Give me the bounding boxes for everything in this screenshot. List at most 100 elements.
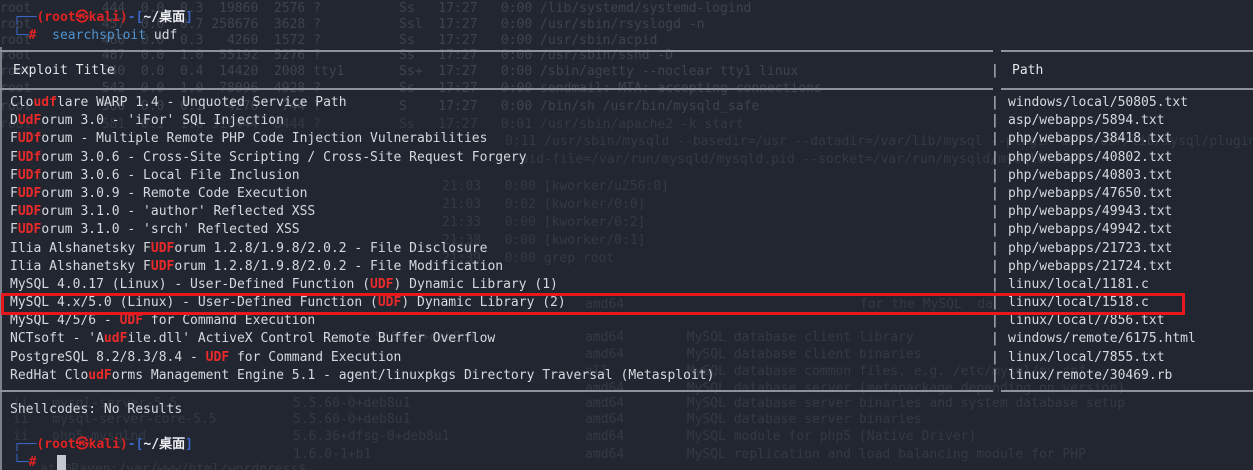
column-divider: | [991, 130, 999, 148]
table-row: FUDforum 3.0.6 - Local File Inclusion | ph… [0, 167, 1253, 185]
column-divider: | [991, 349, 999, 367]
column-divider: | [991, 203, 999, 221]
table-separator [0, 88, 993, 90]
prompt-frame: ┌── [13, 10, 36, 25]
prompt-frame: -[ [128, 10, 144, 25]
search-match-highlight: UdF [18, 113, 41, 128]
table-row: Ilia Alshanetsky FUDForum 1.2.8/1.9.8/2.… [0, 240, 1253, 258]
search-match-highlight: UDF [370, 277, 393, 292]
exploit-path: php/webapps/38418.txt [1008, 130, 1172, 148]
exploit-path: windows/local/50805.txt [1008, 94, 1188, 112]
terminal-window[interactable]: root 444 0.0 0.3 19860 2576 ? Ss 17:27 0… [0, 0, 1253, 470]
exploit-title: MySQL 4.0.17 (Linux) - User-Defined Func… [10, 276, 558, 294]
search-match-highlight: udF [104, 331, 127, 346]
column-divider: | [991, 258, 999, 276]
exploit-path: linux/local/7855.txt [1008, 349, 1165, 367]
table-row: FUDForum 3.1.0 - 'author' Reflected XSS |… [0, 203, 1253, 221]
prompt-cwd: ~/桌面 [143, 10, 185, 25]
search-match-highlight: UDf [18, 131, 41, 146]
table-row: FUDForum 3.1.0 - 'srch' Reflected XSS | ph… [0, 221, 1253, 239]
column-divider: | [991, 367, 999, 385]
table-separator [1001, 50, 1253, 52]
prompt-frame: ] [185, 437, 193, 452]
column-divider: | [991, 240, 999, 258]
left-border-line [0, 47, 2, 470]
prompt-line-2: └─# [13, 454, 36, 470]
highlight-annotation-box [1, 293, 1185, 315]
search-match-highlight: udF [88, 368, 111, 383]
column-divider: | [991, 112, 999, 130]
column-divider: | [991, 167, 999, 185]
exploit-title: NCTsoft - 'AudFile.dll' ActiveX Control … [10, 330, 495, 348]
prompt-frame: ] [185, 10, 193, 25]
table-row: Ilia Alshanetsky FUDForum 1.2.8/1.9.8/2.… [0, 258, 1253, 276]
exploit-title: FUDForum 3.1.0 - 'author' Reflected XSS [10, 203, 315, 221]
search-match-highlight: UDF [120, 313, 143, 328]
exploit-path: php/webapps/21723.txt [1008, 240, 1172, 258]
exploit-title: Ilia Alshanetsky FUDForum 1.2.8/1.9.8/2.… [10, 258, 503, 276]
search-match-highlight: UDf [18, 150, 41, 165]
table-separator [0, 390, 993, 392]
column-divider: | [991, 330, 999, 348]
column-divider: | [991, 185, 999, 203]
prompt-line-1: ┌──(root㉿kali)-[~/桌面] [13, 9, 193, 27]
search-match-highlight: UDF [18, 186, 41, 201]
exploit-title: Cloudflare WARP 1.4 - Unquoted Service P… [10, 94, 347, 112]
column-divider: | [991, 221, 999, 239]
prompt-line-1: ┌──(root㉿kali)-[~/桌面] [13, 436, 193, 454]
command-line: └─# searchsploit udf [13, 27, 177, 45]
prompt-cwd: ~/桌面 [143, 437, 185, 452]
exploit-title: FUDForum 3.1.0 - 'srch' Reflected XSS [10, 221, 300, 239]
prompt-user-host: (root㉿kali) [36, 437, 127, 452]
shellcodes-status: Shellcodes: No Results [10, 401, 182, 419]
exploit-title: FUDforum 3.0.6 - Local File Inclusion [10, 167, 300, 185]
column-divider: | [991, 276, 999, 294]
exploit-title: DUdForum 3.0 - 'iFor' SQL Injection [10, 112, 284, 130]
table-row: FUDforum 3.0.6 - Cross-Site Scripting / … [0, 149, 1253, 167]
column-divider: | [991, 149, 999, 167]
table-row: MySQL 4.0.17 (Linux) - User-Defined Func… [0, 276, 1253, 294]
exploit-path: asp/webapps/5894.txt [1008, 112, 1165, 130]
search-match-highlight: UDf [18, 168, 41, 183]
cursor[interactable] [57, 455, 66, 470]
column-header-title: Exploit Title [13, 62, 115, 80]
exploit-path: php/webapps/40803.txt [1008, 167, 1172, 185]
column-divider: | [991, 62, 999, 80]
exploit-path: php/webapps/21724.txt [1008, 258, 1172, 276]
exploit-title: FUDForum 3.0.9 - Remote Code Execution [10, 185, 307, 203]
prompt-frame: └─ [13, 28, 29, 43]
prompt-frame: └─ [13, 455, 29, 470]
table-header-row: Exploit Title | Path [0, 62, 1253, 80]
search-match-highlight: UDF [18, 204, 41, 219]
table-separator [1001, 88, 1253, 90]
exploit-path: windows/remote/6175.html [1008, 330, 1196, 348]
table-row: NCTsoft - 'AudFile.dll' ActiveX Control … [0, 330, 1253, 348]
exploit-table: Cloudflare WARP 1.4 - Unquoted Service P… [0, 94, 1253, 385]
exploit-path: linux/local/1181.c [1008, 276, 1149, 294]
search-match-highlight: udf [33, 95, 56, 110]
table-row: RedHat CloudForms Management Engine 5.1 … [0, 367, 1253, 385]
exploit-title: Ilia Alshanetsky FUDForum 1.2.8/1.9.8/2.… [10, 240, 487, 258]
exploit-path: php/webapps/49943.txt [1008, 203, 1172, 221]
command-text: searchsploit [52, 28, 146, 43]
table-row: DUdForum 3.0 - 'iFor' SQL Injection | asp/… [0, 112, 1253, 130]
exploit-path: php/webapps/47650.txt [1008, 185, 1172, 203]
command-argument: udf [146, 28, 177, 43]
search-match-highlight: UDF [18, 222, 41, 237]
exploit-title: FUDforum 3.0.6 - Cross-Site Scripting / … [10, 149, 527, 167]
exploit-path: linux/remote/30469.rb [1008, 367, 1172, 385]
exploit-path: php/webapps/40802.txt [1008, 149, 1172, 167]
exploit-path: php/webapps/49942.txt [1008, 221, 1172, 239]
search-match-highlight: UDF [206, 350, 229, 365]
table-row: FUDforum - Multiple Remote PHP Code Inje… [0, 130, 1253, 148]
table-separator [0, 50, 993, 52]
table-row: Cloudflare WARP 1.4 - Unquoted Service P… [0, 94, 1253, 112]
exploit-title: FUDforum - Multiple Remote PHP Code Inje… [10, 130, 487, 148]
search-match-highlight: UDF [151, 241, 174, 256]
column-header-path: Path [1012, 62, 1043, 80]
exploit-title: RedHat CloudForms Management Engine 5.1 … [10, 367, 714, 385]
exploit-title: PostgreSQL 8.2/8.3/8.4 - UDF for Command… [10, 349, 401, 367]
column-divider: | [991, 94, 999, 112]
prompt-frame: -[ [128, 437, 144, 452]
prompt-user-host: (root㉿kali) [36, 10, 127, 25]
